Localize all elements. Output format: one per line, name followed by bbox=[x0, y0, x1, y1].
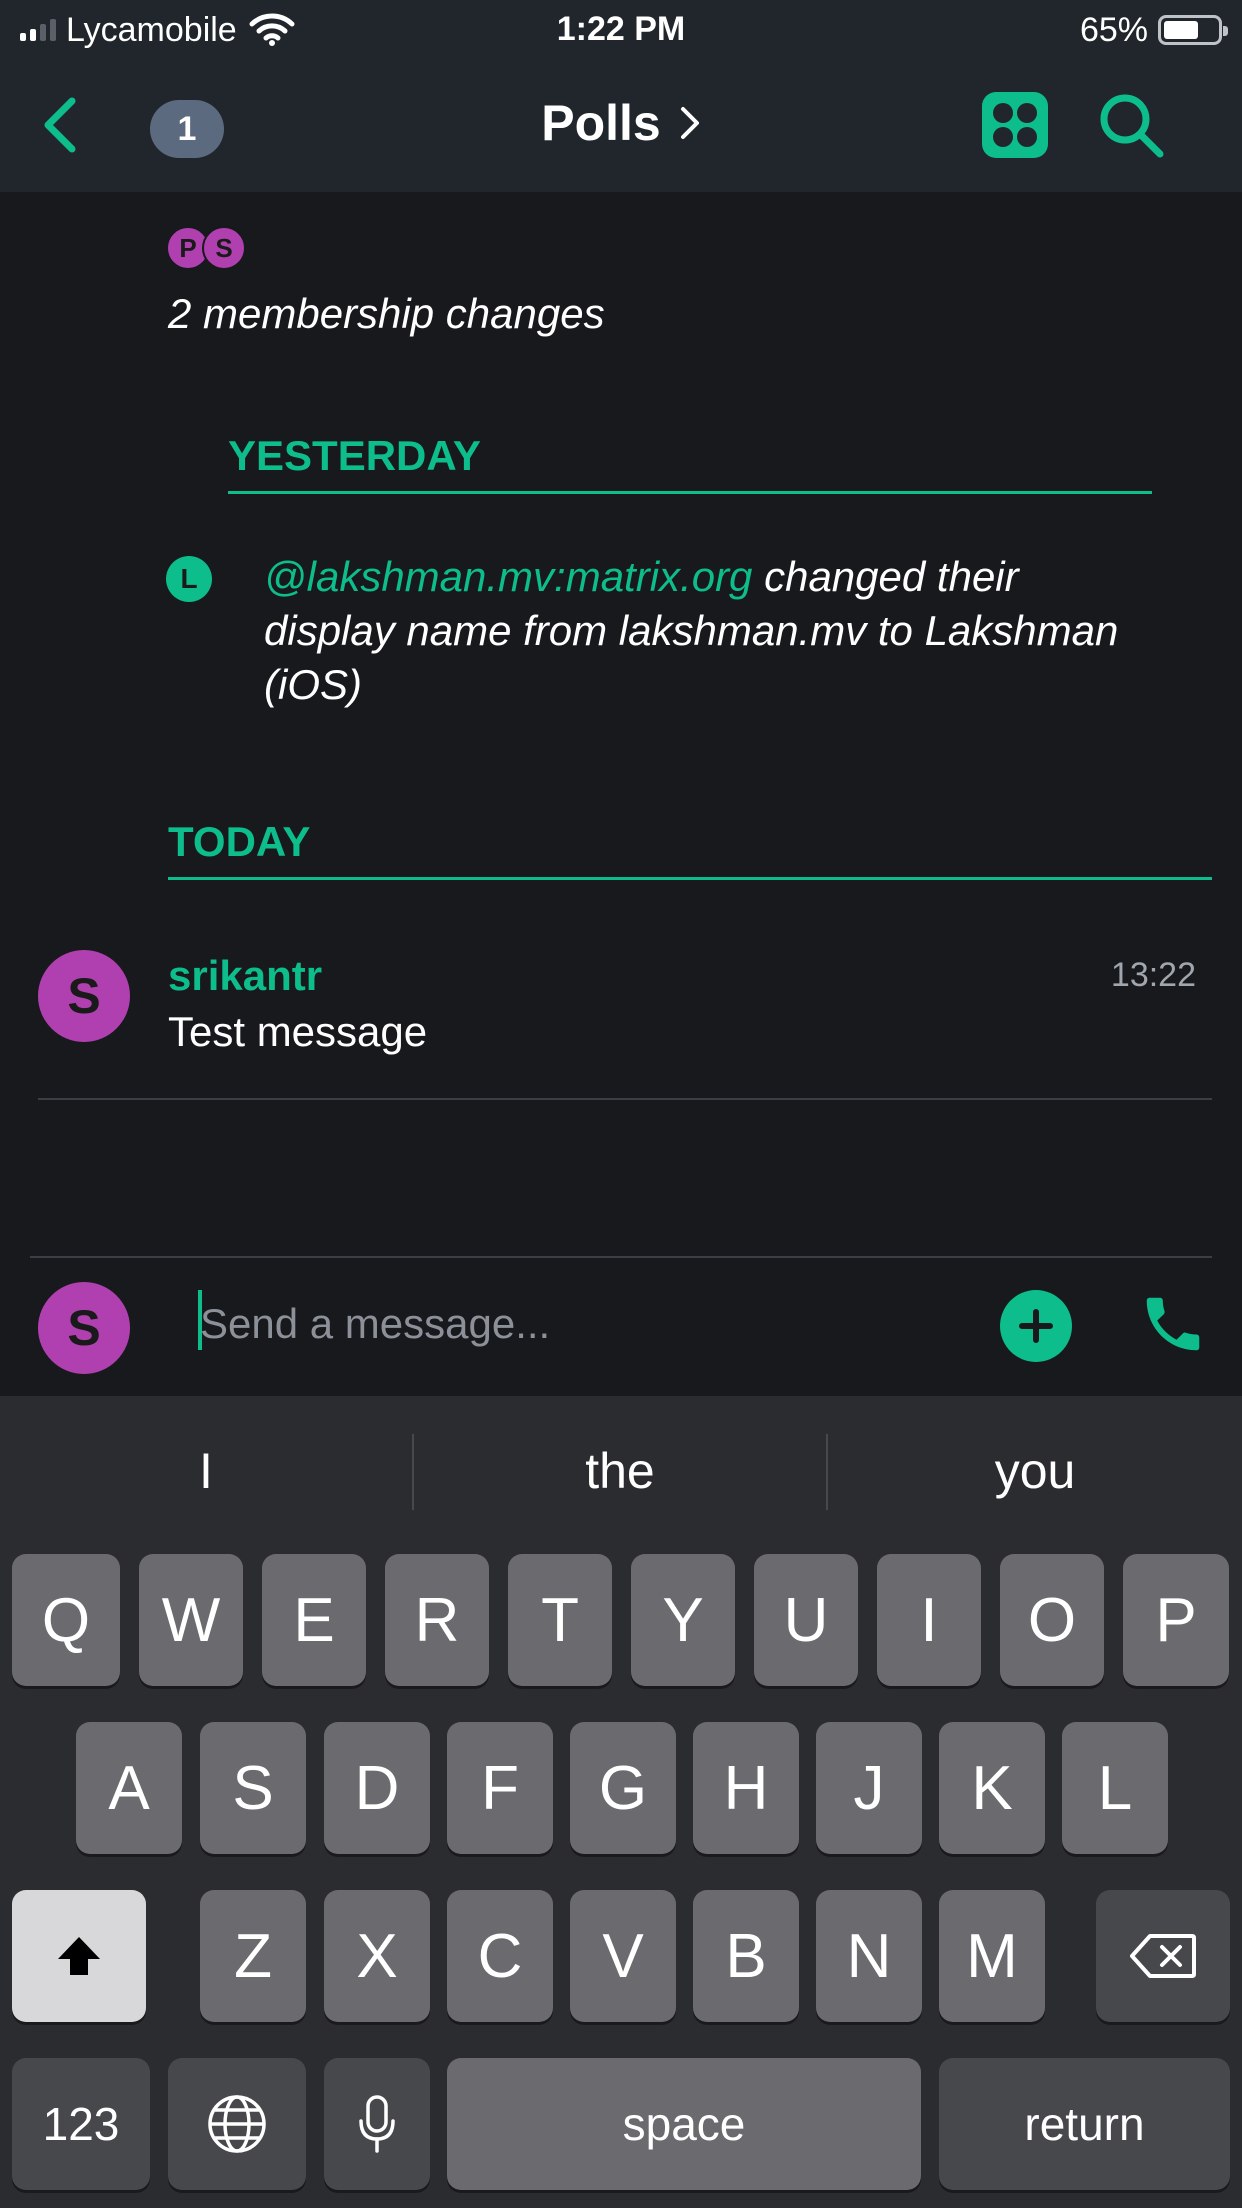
key-u[interactable]: U bbox=[754, 1554, 858, 1686]
key-h[interactable]: H bbox=[693, 1722, 799, 1854]
microphone-icon bbox=[359, 2095, 395, 2153]
shift-icon bbox=[58, 1937, 100, 1975]
message-timestamp: 13:22 bbox=[1110, 956, 1196, 994]
message-composer: S bbox=[0, 1256, 1242, 1396]
display-name-change-event: @lakshman.mv:matrix.org changed their di… bbox=[264, 550, 1144, 712]
sender-name[interactable]: srikantr bbox=[168, 952, 322, 1000]
membership-avatars[interactable]: P S bbox=[166, 226, 246, 270]
search-icon bbox=[1100, 94, 1164, 158]
key-c[interactable]: C bbox=[447, 1890, 553, 2022]
battery-percent: 65% bbox=[1079, 10, 1148, 49]
key-f[interactable]: F bbox=[447, 1722, 553, 1854]
own-avatar[interactable]: S bbox=[38, 1282, 130, 1374]
shift-key[interactable] bbox=[12, 1890, 146, 2022]
backspace-icon bbox=[1130, 1934, 1196, 1978]
key-p[interactable]: P bbox=[1123, 1554, 1229, 1686]
key-j[interactable]: J bbox=[816, 1722, 922, 1854]
suggestion-1[interactable]: I bbox=[0, 1436, 412, 1506]
key-b[interactable]: B bbox=[693, 1890, 799, 2022]
key-t[interactable]: T bbox=[508, 1554, 612, 1686]
avatar[interactable]: S bbox=[202, 226, 246, 270]
room-title-button[interactable]: Polls bbox=[0, 94, 1242, 152]
key-g[interactable]: G bbox=[570, 1722, 676, 1854]
key-y[interactable]: Y bbox=[631, 1554, 735, 1686]
timeline[interactable]: P S 2 membership changes YESTERDAY L @la… bbox=[0, 192, 1242, 1396]
key-o[interactable]: O bbox=[1000, 1554, 1104, 1686]
key-n[interactable]: N bbox=[816, 1890, 922, 2022]
status-bar: Lycamobile 1:22 PM 65% bbox=[0, 0, 1242, 60]
attach-button[interactable] bbox=[1000, 1290, 1072, 1362]
key-s[interactable]: S bbox=[200, 1722, 306, 1854]
voice-call-button[interactable] bbox=[1138, 1286, 1208, 1362]
message-input[interactable] bbox=[200, 1294, 960, 1354]
ios-keyboard: I the you Q W E R T Y U I O P A S D F G … bbox=[0, 1396, 1242, 2208]
membership-changes-summary[interactable]: 2 membership changes bbox=[168, 290, 605, 338]
divider bbox=[30, 1256, 1212, 1258]
key-w[interactable]: W bbox=[139, 1554, 243, 1686]
key-k[interactable]: K bbox=[939, 1722, 1045, 1854]
suggestion-2[interactable]: the bbox=[414, 1436, 826, 1506]
sender-avatar[interactable]: S bbox=[38, 950, 130, 1042]
key-v[interactable]: V bbox=[570, 1890, 676, 2022]
key-m[interactable]: M bbox=[939, 1890, 1045, 2022]
key-i[interactable]: I bbox=[877, 1554, 981, 1686]
date-separator-yesterday: YESTERDAY bbox=[228, 432, 1152, 494]
apps-button[interactable] bbox=[980, 90, 1050, 160]
return-key[interactable]: return bbox=[939, 2058, 1230, 2190]
key-q[interactable]: Q bbox=[12, 1554, 120, 1686]
key-e[interactable]: E bbox=[262, 1554, 366, 1686]
search-button[interactable] bbox=[1096, 90, 1166, 160]
predictive-bar: I the you bbox=[0, 1396, 1242, 1546]
numbers-key[interactable]: 123 bbox=[12, 2058, 150, 2190]
divider bbox=[38, 1098, 1212, 1100]
room-header: 1 Polls bbox=[0, 60, 1242, 192]
battery-fill bbox=[1164, 21, 1198, 39]
key-d[interactable]: D bbox=[324, 1722, 430, 1854]
key-a[interactable]: A bbox=[76, 1722, 182, 1854]
date-separator-today: TODAY bbox=[168, 818, 1212, 880]
apps-grid-icon bbox=[982, 92, 1048, 158]
backspace-key[interactable] bbox=[1096, 1890, 1230, 2022]
key-r[interactable]: R bbox=[385, 1554, 489, 1686]
key-l[interactable]: L bbox=[1062, 1722, 1168, 1854]
dictation-key[interactable] bbox=[324, 2058, 430, 2190]
globe-key[interactable] bbox=[168, 2058, 306, 2190]
phone-icon bbox=[1146, 1297, 1200, 1351]
status-right: 65% bbox=[1079, 10, 1228, 50]
avatar[interactable]: L bbox=[166, 556, 212, 602]
battery-icon bbox=[1158, 15, 1228, 45]
globe-icon bbox=[208, 2095, 266, 2153]
room-title: Polls bbox=[541, 95, 661, 151]
status-time: 1:22 PM bbox=[556, 10, 686, 48]
space-key[interactable]: space bbox=[447, 2058, 921, 2190]
suggestion-3[interactable]: you bbox=[828, 1436, 1242, 1506]
key-x[interactable]: X bbox=[324, 1890, 430, 2022]
message-body[interactable]: Test message bbox=[168, 1008, 427, 1056]
key-z[interactable]: Z bbox=[200, 1890, 306, 2022]
chevron-right-icon bbox=[680, 107, 699, 139]
plus-icon bbox=[1019, 1309, 1053, 1343]
user-id-link[interactable]: @lakshman.mv:matrix.org bbox=[264, 553, 752, 600]
